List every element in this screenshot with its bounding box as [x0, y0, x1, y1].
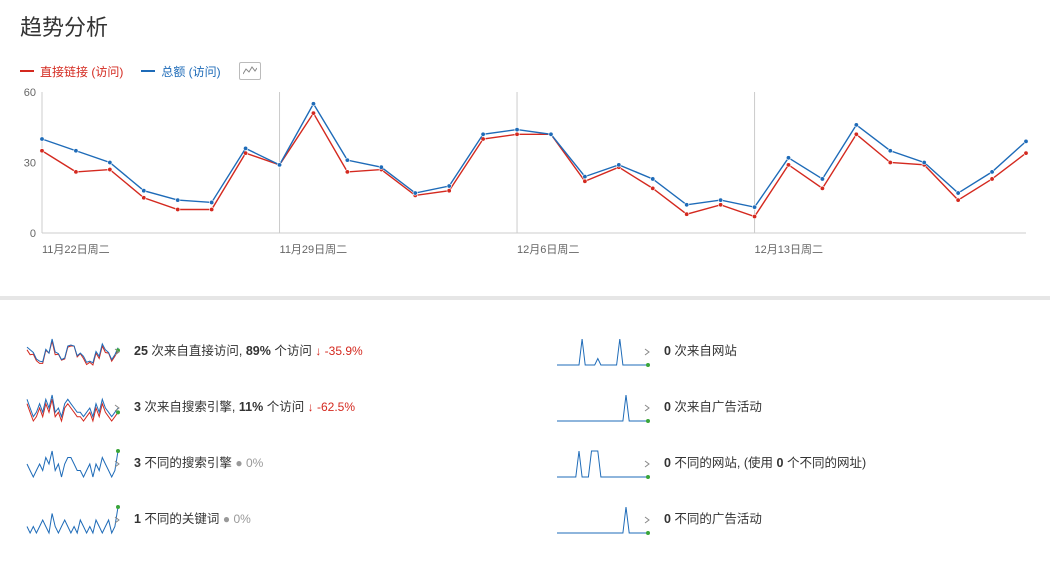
- summary-grid: 25 次来自直接访问, 89% 个访问 ↓ -35.9% 0 次来自网站 3 次来自…: [25, 337, 1025, 535]
- page-title: 趋势分析: [20, 10, 1030, 42]
- legend-total-label: 总额 (访问): [161, 63, 220, 80]
- summary-delta: ● 0%: [235, 456, 263, 470]
- chart-legend: 直接链接 (访问) 总额 (访问): [20, 62, 1030, 80]
- summary-delta: ● 0%: [223, 512, 251, 526]
- svg-text:12月6日周二: 12月6日周二: [517, 243, 579, 256]
- legend-total-swatch: [141, 70, 155, 72]
- summary-item[interactable]: 0 次来自网站: [555, 337, 1025, 367]
- summary-item[interactable]: 0 次来自广告活动: [555, 393, 1025, 423]
- summary-text: 3 次来自搜索引擎, 11% 个访问 ↓ -62.5%: [134, 399, 355, 417]
- summary-text: 0 次来自广告活动: [664, 399, 762, 417]
- summary-item[interactable]: 3 次来自搜索引擎, 11% 个访问 ↓ -62.5%: [25, 393, 495, 423]
- legend-total[interactable]: 总额 (访问): [141, 63, 220, 80]
- summary-text: 3 不同的搜索引擎 ● 0%: [134, 455, 263, 473]
- summary-delta: ↓ -35.9%: [315, 344, 362, 358]
- summary-text: 0 次来自网站: [664, 343, 737, 361]
- trend-chart: 0 30 60 11月22日周二 11月29日周二 12月6日周二 12月13日周二: [20, 86, 1030, 261]
- summary-text: 0 不同的广告活动: [664, 511, 762, 529]
- svg-text:0: 0: [30, 228, 36, 240]
- svg-text:60: 60: [24, 87, 36, 99]
- legend-direct-swatch: [20, 70, 34, 72]
- summary-delta: ↓ -62.5%: [308, 400, 355, 414]
- summary-item[interactable]: 3 不同的搜索引擎 ● 0%: [25, 449, 495, 479]
- summary-text: 0 不同的网站, (使用 0 个不同的网址): [664, 455, 866, 473]
- summary-item[interactable]: 0 不同的网站, (使用 0 个不同的网址): [555, 449, 1025, 479]
- svg-text:30: 30: [24, 158, 36, 170]
- summary-item[interactable]: 25 次来自直接访问, 89% 个访问 ↓ -35.9%: [25, 337, 495, 367]
- legend-direct[interactable]: 直接链接 (访问): [20, 63, 123, 80]
- summary-text: 25 次来自直接访问, 89% 个访问 ↓ -35.9%: [134, 343, 363, 361]
- chart-mode-button[interactable]: [239, 62, 261, 80]
- svg-text:12月13日周二: 12月13日周二: [755, 243, 823, 256]
- svg-text:11月22日周二: 11月22日周二: [42, 243, 110, 256]
- svg-text:11月29日周二: 11月29日周二: [280, 243, 348, 256]
- legend-direct-label: 直接链接 (访问): [40, 63, 123, 80]
- summary-text: 1 不同的关键词 ● 0%: [134, 511, 251, 529]
- summary-item[interactable]: 1 不同的关键词 ● 0%: [25, 505, 495, 535]
- summary-item[interactable]: 0 不同的广告活动: [555, 505, 1025, 535]
- section-divider: [0, 296, 1050, 312]
